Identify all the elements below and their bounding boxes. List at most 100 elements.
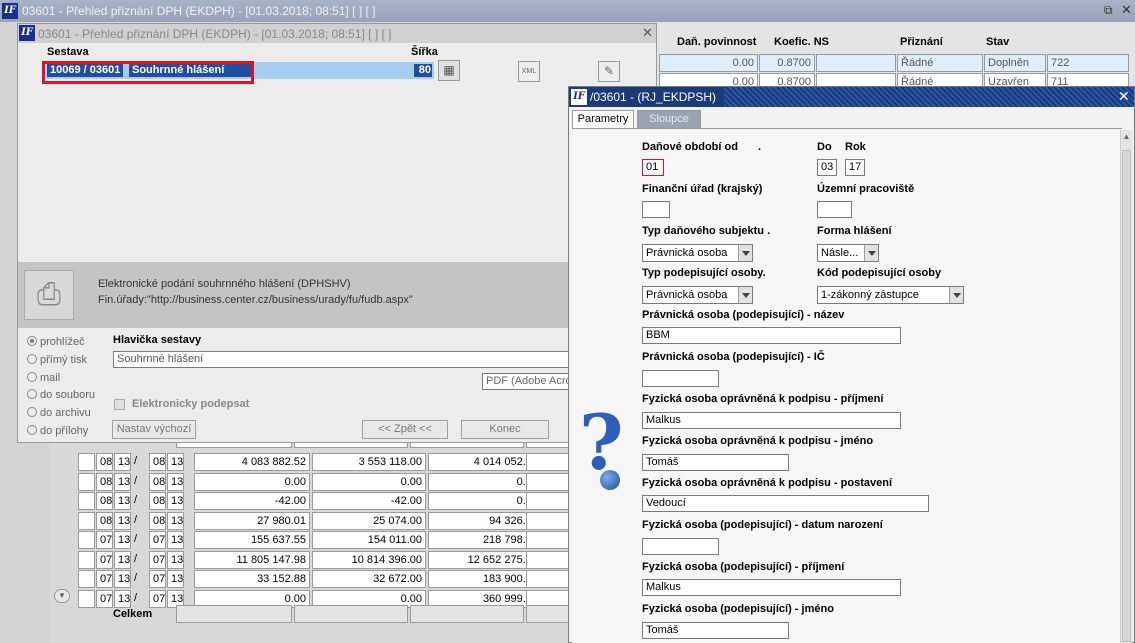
signer-firstname-input[interactable]: Tomáš — [642, 622, 789, 639]
report-form-select[interactable]: Násle... — [817, 244, 879, 262]
close-icon[interactable]: ✕ — [1121, 2, 1132, 18]
table-cell[interactable] — [816, 54, 896, 72]
table-cell[interactable]: 13 — [114, 453, 131, 471]
table-cell[interactable]: 13 — [167, 492, 184, 510]
table-cell[interactable]: 13 — [114, 550, 131, 569]
table-cell[interactable]: 08 — [149, 492, 166, 510]
table-cell[interactable]: Řádné — [897, 54, 983, 72]
table-cell[interactable]: 0.00 — [194, 472, 310, 491]
table-cell[interactable]: 25 074.00 — [312, 511, 426, 530]
period-from-input[interactable]: 01 — [642, 159, 664, 176]
table-cell[interactable] — [526, 453, 570, 471]
scroll-down-icon[interactable]: ▼ — [54, 589, 70, 603]
table-cell[interactable]: 11 805 147.98 — [194, 550, 310, 569]
row-selector[interactable] — [78, 550, 95, 569]
table-cell[interactable]: 13 — [114, 570, 131, 588]
table-cell[interactable]: 07 — [149, 550, 166, 569]
table-cell[interactable]: 13 — [167, 472, 184, 491]
scrollbar[interactable]: ▲ — [1120, 130, 1132, 643]
tab-parametry[interactable]: Parametry — [572, 110, 634, 128]
table-cell[interactable]: 13 — [167, 511, 184, 530]
table-cell[interactable]: 27 980.01 — [194, 511, 310, 530]
auth-firstname-input[interactable]: Tomáš — [642, 454, 789, 471]
table-cell[interactable]: 33 152.88 — [194, 570, 310, 588]
table-cell[interactable]: 155 637.55 — [194, 531, 310, 549]
table-cell[interactable]: 3 553 118.00 — [312, 453, 426, 471]
end-button[interactable]: Konec — [461, 420, 549, 439]
table-cell[interactable]: 722 — [1047, 54, 1129, 72]
output-option-attachment[interactable]: do přílohy — [27, 425, 88, 437]
tax-office-input[interactable] — [642, 201, 670, 218]
table-cell[interactable]: 08 — [149, 511, 166, 530]
xml-export-icon[interactable]: XML — [518, 61, 540, 82]
table-cell[interactable]: 08 — [96, 453, 113, 471]
table-cell[interactable]: 08 — [96, 492, 113, 510]
signer-type-select[interactable]: Právnická osoba — [642, 286, 753, 304]
year-input[interactable]: 17 — [845, 159, 865, 176]
table-cell[interactable]: 0.00 — [428, 492, 542, 510]
birthdate-input[interactable] — [642, 538, 719, 555]
row-selector[interactable] — [78, 589, 95, 608]
table-cell[interactable]: 13 — [114, 492, 131, 510]
tab-sloupce[interactable]: Sloupce — [637, 110, 701, 128]
auth-position-input[interactable]: Vedoucí — [642, 495, 929, 512]
table-cell[interactable]: 13 — [167, 550, 184, 569]
output-option-file[interactable]: do souboru — [27, 389, 95, 401]
table-cell[interactable]: 08 — [96, 472, 113, 491]
table-cell[interactable]: 154 011.00 — [312, 531, 426, 549]
table-cell[interactable]: 13 — [114, 472, 131, 491]
table-cell[interactable]: 07 — [149, 570, 166, 588]
table-cell[interactable]: 0.00 — [659, 54, 758, 72]
table-cell[interactable] — [526, 570, 570, 588]
scroll-up-icon[interactable]: ▲ — [1121, 130, 1132, 143]
edit-icon[interactable]: ✎ — [598, 61, 620, 82]
table-cell[interactable]: 07 — [96, 531, 113, 549]
table-cell[interactable]: 0.00 — [312, 472, 426, 491]
table-cell[interactable]: 32 672.00 — [312, 570, 426, 588]
table-cell[interactable]: 0.8700 — [759, 54, 815, 72]
output-option-archive[interactable]: do archivu — [27, 407, 91, 419]
table-cell[interactable] — [526, 531, 570, 549]
row-selector[interactable] — [78, 472, 95, 491]
table-cell[interactable]: 13 — [167, 531, 184, 549]
table-cell[interactable]: 07 — [96, 589, 113, 608]
scroll-thumb[interactable] — [1122, 150, 1131, 642]
table-cell[interactable]: 13 — [114, 511, 131, 530]
row-selector[interactable] — [78, 570, 95, 588]
table-cell[interactable]: 4 014 052.00 — [428, 453, 542, 471]
table-cell[interactable]: -42.00 — [312, 492, 426, 510]
table-cell[interactable]: 4 083 882.52 — [194, 453, 310, 471]
table-cell[interactable]: 0.00 — [428, 472, 542, 491]
table-cell[interactable]: 10 814 396.00 — [312, 550, 426, 569]
table-cell[interactable]: -42.00 — [194, 492, 310, 510]
row-selector[interactable] — [78, 492, 95, 510]
close-icon[interactable]: ✕ — [642, 25, 653, 41]
sign-checkbox[interactable] — [114, 399, 125, 410]
table-cell[interactable]: 07 — [96, 570, 113, 588]
table-cell[interactable] — [526, 550, 570, 569]
table-cell[interactable]: 13 — [167, 453, 184, 471]
output-option-mail[interactable]: mail — [27, 372, 60, 384]
output-option-print[interactable]: přímý tisk — [27, 354, 87, 366]
subject-type-select[interactable]: Právnická osoba — [642, 244, 753, 262]
period-to-input[interactable]: 03 — [817, 159, 837, 176]
table-cell[interactable]: 218 798.00 — [428, 531, 542, 549]
row-selector[interactable] — [78, 511, 95, 530]
table-cell[interactable]: 08 — [149, 453, 166, 471]
close-icon[interactable]: ✕ — [1118, 88, 1130, 105]
table-cell[interactable]: 07 — [96, 550, 113, 569]
output-option-preview[interactable]: prohlížeč — [27, 336, 85, 348]
grid-settings-icon[interactable]: ▦ — [438, 60, 460, 81]
table-cell[interactable]: 94 326.00 — [428, 511, 542, 530]
signer-surname-input[interactable]: Malkus — [642, 579, 901, 596]
territorial-office-input[interactable] — [817, 201, 852, 218]
row-selector[interactable] — [78, 453, 95, 471]
table-cell[interactable]: 183 900.00 — [428, 570, 542, 588]
company-id-input[interactable] — [642, 370, 719, 387]
table-cell[interactable]: 08 — [149, 472, 166, 491]
table-cell[interactable]: 12 652 275.00 — [428, 550, 542, 569]
table-cell[interactable]: 08 — [96, 511, 113, 530]
company-name-input[interactable]: BBM — [642, 327, 901, 344]
set-default-button[interactable]: Nastav výchozí — [112, 420, 196, 439]
table-cell[interactable]: 07 — [149, 531, 166, 549]
